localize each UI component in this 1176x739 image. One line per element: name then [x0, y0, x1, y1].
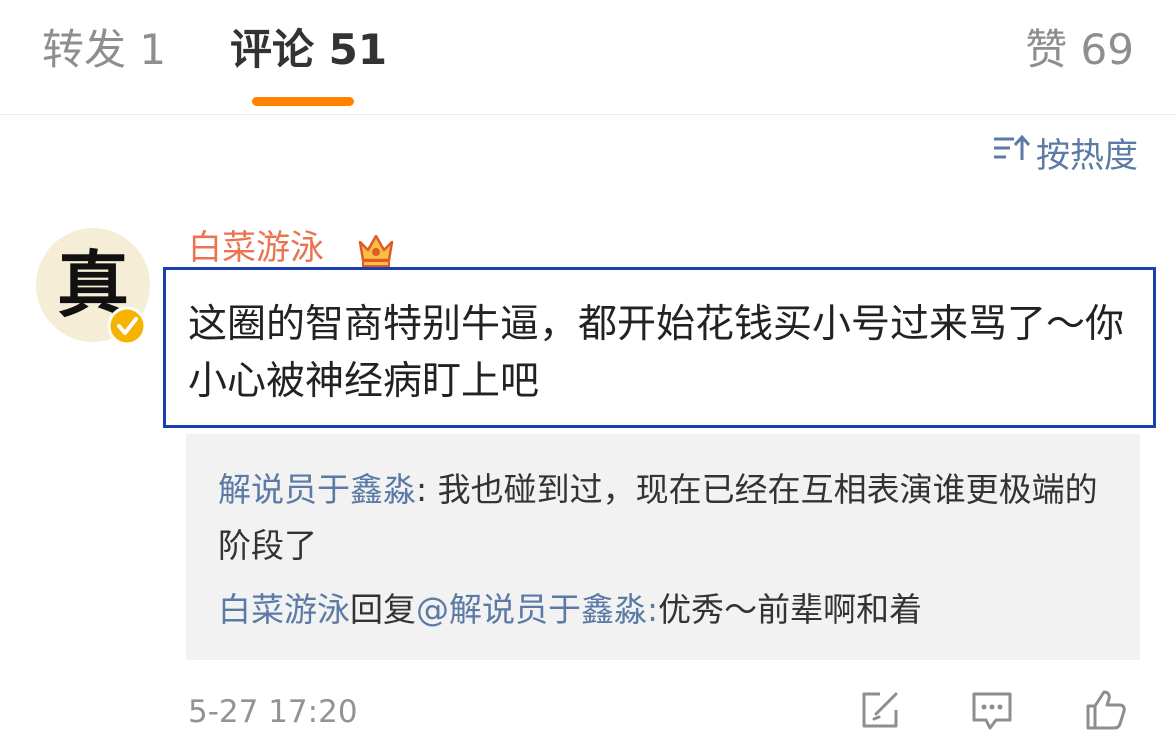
reply-separator: :: [647, 590, 659, 629]
reply-action: 回复: [350, 590, 416, 629]
like-icon[interactable]: [1082, 686, 1130, 734]
tab-repost[interactable]: 转发 1: [42, 22, 166, 78]
comment-page: 转发 1 评论 51 赞 69 按热度 真 白菜游泳 这圈的智商特别牛逼，都开始…: [0, 0, 1176, 739]
sort-label: 按热度: [1036, 135, 1138, 176]
active-tab-indicator: [252, 97, 354, 106]
verified-badge-icon: [107, 306, 147, 346]
reply-author[interactable]: 白菜游泳: [218, 590, 350, 629]
tab-likes[interactable]: 赞 69: [1025, 22, 1134, 78]
reply-thread[interactable]: 解说员于鑫淼: 我也碰到过，现在已经在互相表演谁更极端的阶段了 白菜游泳回复@解…: [186, 434, 1140, 660]
share-icon[interactable]: [856, 686, 904, 734]
reply-mention[interactable]: @解说员于鑫淼: [416, 590, 647, 629]
comment-username[interactable]: 白菜游泳: [188, 226, 324, 270]
header-divider: [0, 114, 1176, 115]
reply-item: 解说员于鑫淼: 我也碰到过，现在已经在互相表演谁更极端的阶段了: [218, 462, 1118, 574]
reply-separator: :: [416, 470, 428, 509]
sort-button[interactable]: 按热度: [992, 128, 1138, 176]
reply-text: 优秀～前辈啊和着: [658, 590, 923, 629]
comment-timestamp: 5-27 17:20: [188, 694, 358, 730]
crown-icon: [354, 226, 398, 270]
reply-item: 白菜游泳回复@解说员于鑫淼:优秀～前辈啊和着: [218, 582, 1118, 638]
reply-author[interactable]: 解说员于鑫淼: [218, 470, 416, 509]
comment-text: 这圈的智商特别牛逼，都开始花钱买小号过来骂了～你小心被神经病盯上吧: [188, 302, 1125, 404]
highlighted-comment: 这圈的智商特别牛逼，都开始花钱买小号过来骂了～你小心被神经病盯上吧: [163, 267, 1156, 428]
sort-icon: [992, 132, 1036, 172]
comment-icon[interactable]: [968, 686, 1016, 734]
tab-bar: 转发 1 评论 51 赞 69: [0, 0, 1176, 114]
tab-comments[interactable]: 评论 51: [230, 22, 387, 78]
